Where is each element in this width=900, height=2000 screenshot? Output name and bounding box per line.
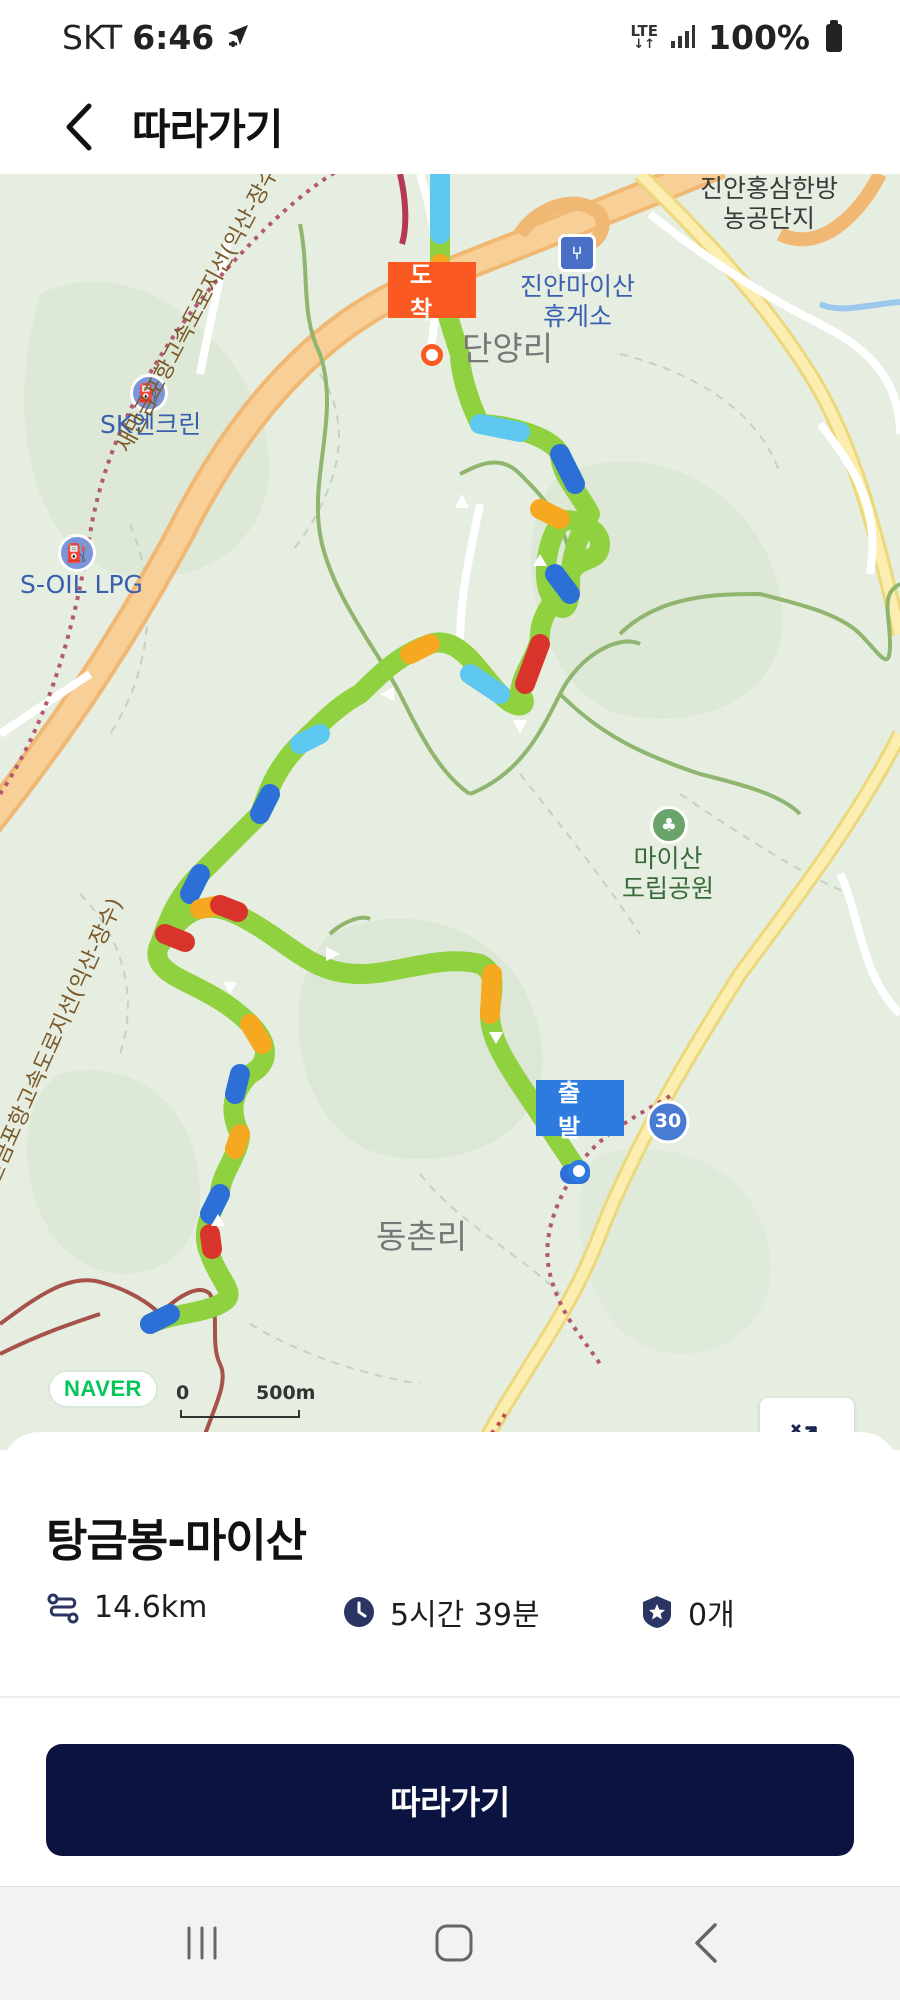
signal-icon	[670, 18, 696, 57]
route-number-badge: 30	[654, 1110, 682, 1132]
map-canvas	[0, 174, 900, 1450]
app-header: 따라가기	[0, 78, 900, 174]
home-icon	[435, 1924, 473, 1962]
scale-bar	[180, 1410, 300, 1418]
clock: 6:46	[132, 18, 215, 57]
route-map[interactable]: 진안홍삼한방 농공단지 진안마이산 휴게소 ⑂ 단양리 ⛽ SK엔크린 ⛽ S-…	[0, 174, 900, 1450]
status-right: LTE ↓↑ 100%	[630, 18, 842, 57]
network-icon: LTE ↓↑	[630, 21, 659, 52]
start-point	[568, 1160, 590, 1182]
map-label-dongchon-ri: 동촌리	[376, 1217, 468, 1256]
stat-duration: 5시간 39분	[342, 1590, 540, 1634]
rest-area-icon: ⑂	[558, 234, 596, 272]
status-left: SKT 6:46	[62, 18, 252, 57]
page-title: 따라가기	[132, 105, 284, 154]
recents-icon	[187, 1926, 217, 1960]
course-title: 탕금봉-마이산	[46, 1514, 307, 1567]
distance-value: 14.6km	[94, 1590, 208, 1625]
badge-count: 0개	[688, 1598, 735, 1633]
sheet-divider	[0, 1696, 900, 1698]
carrier-label: SKT	[62, 18, 123, 57]
stat-distance: 14.6km	[46, 1590, 207, 1625]
map-label-park: 마이산 도립공원	[622, 844, 715, 903]
follow-button[interactable]: 따라가기	[46, 1744, 854, 1856]
badge-star-icon	[640, 1595, 674, 1629]
stat-badges: 0개	[640, 1590, 735, 1634]
lpg-station-icon: ⛽	[58, 534, 96, 572]
scale-distance: 500m	[256, 1382, 316, 1404]
battery-percent: 100%	[708, 18, 810, 57]
course-stats: 14.6km 5시간 39분 0개	[46, 1590, 866, 1640]
status-bar: SKT 6:46 LTE ↓↑ 100%	[0, 0, 900, 78]
back-icon	[695, 1923, 717, 1963]
system-nav-bar	[0, 1886, 900, 2000]
chevron-left-icon	[66, 103, 92, 151]
back-button[interactable]	[44, 92, 114, 162]
arrive-flag: 도착	[388, 261, 476, 324]
battery-icon	[826, 19, 842, 52]
duration-value: 5시간 39분	[390, 1598, 540, 1633]
clock-icon	[342, 1595, 376, 1629]
map-label-danyang-ri: 단양리	[462, 329, 554, 368]
park-icon: ♣	[650, 806, 688, 844]
location-arrow-icon	[224, 18, 252, 57]
arrive-point	[421, 344, 443, 366]
map-label-rest-area: 진안마이산 휴게소	[520, 272, 636, 331]
start-flag: 출발	[536, 1079, 624, 1142]
network-label: LTE	[630, 21, 659, 40]
naver-logo: NAVER	[48, 1370, 158, 1408]
map-label-complex: 진안홍삼한방 농공단지	[700, 174, 839, 233]
system-back-button[interactable]	[661, 1913, 751, 1973]
home-button[interactable]	[409, 1913, 499, 1973]
course-sheet: 탕금봉-마이산 14.6km 5시간 39분 0개 따라가기	[0, 1432, 900, 1886]
route-distance-icon	[46, 1591, 80, 1625]
scale-zero: 0	[176, 1382, 190, 1404]
map-label-soil-station: S-OIL LPG	[20, 570, 143, 599]
map-scale: 0 500m	[176, 1382, 315, 1418]
recents-button[interactable]	[157, 1913, 247, 1973]
